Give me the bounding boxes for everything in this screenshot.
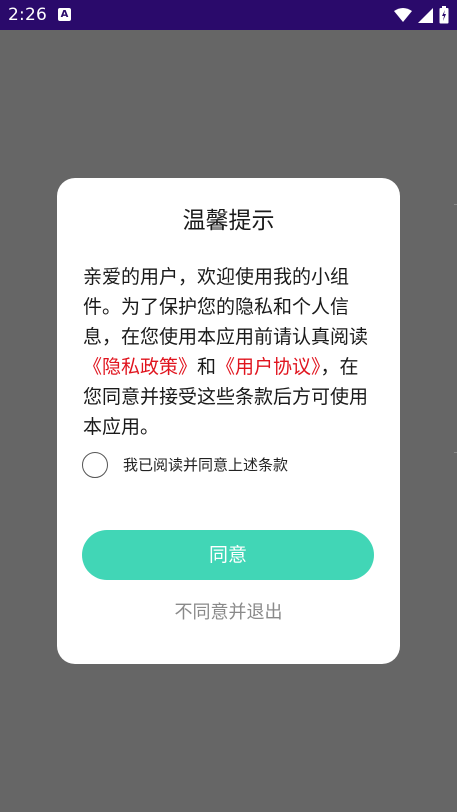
agree-terms-radio[interactable] (82, 452, 108, 478)
body-text-part1: 亲爱的用户，欢迎使用我的小组件。为了保护您的隐私和个人信息，在您使用本应用前请认… (83, 266, 369, 348)
status-time: 2:26 (8, 5, 47, 25)
agree-terms-label[interactable]: 我已阅读并同意上述条款 (123, 455, 288, 475)
app-notification-icon: A (58, 8, 71, 21)
dialog-body-text: 亲爱的用户，欢迎使用我的小组件。为了保护您的隐私和个人信息，在您使用本应用前请认… (83, 262, 375, 442)
agree-button[interactable]: 同意 (82, 530, 374, 580)
status-icons (394, 6, 449, 24)
battery-icon (439, 6, 449, 24)
user-agreement-link[interactable]: 《用户协议》 (216, 356, 321, 378)
wifi-icon (394, 8, 412, 22)
signal-icon (418, 7, 433, 23)
disagree-exit-link[interactable]: 不同意并退出 (0, 600, 457, 626)
agree-terms-row[interactable]: 我已阅读并同意上述条款 (82, 451, 288, 479)
status-bar: 2:26 A (0, 0, 457, 30)
dialog-title: 温馨提示 (182, 208, 275, 234)
app-notification-letter: A (60, 9, 69, 20)
privacy-policy-link[interactable]: 《隐私政策》 (83, 356, 197, 378)
body-text-part2: 和 (197, 356, 217, 378)
